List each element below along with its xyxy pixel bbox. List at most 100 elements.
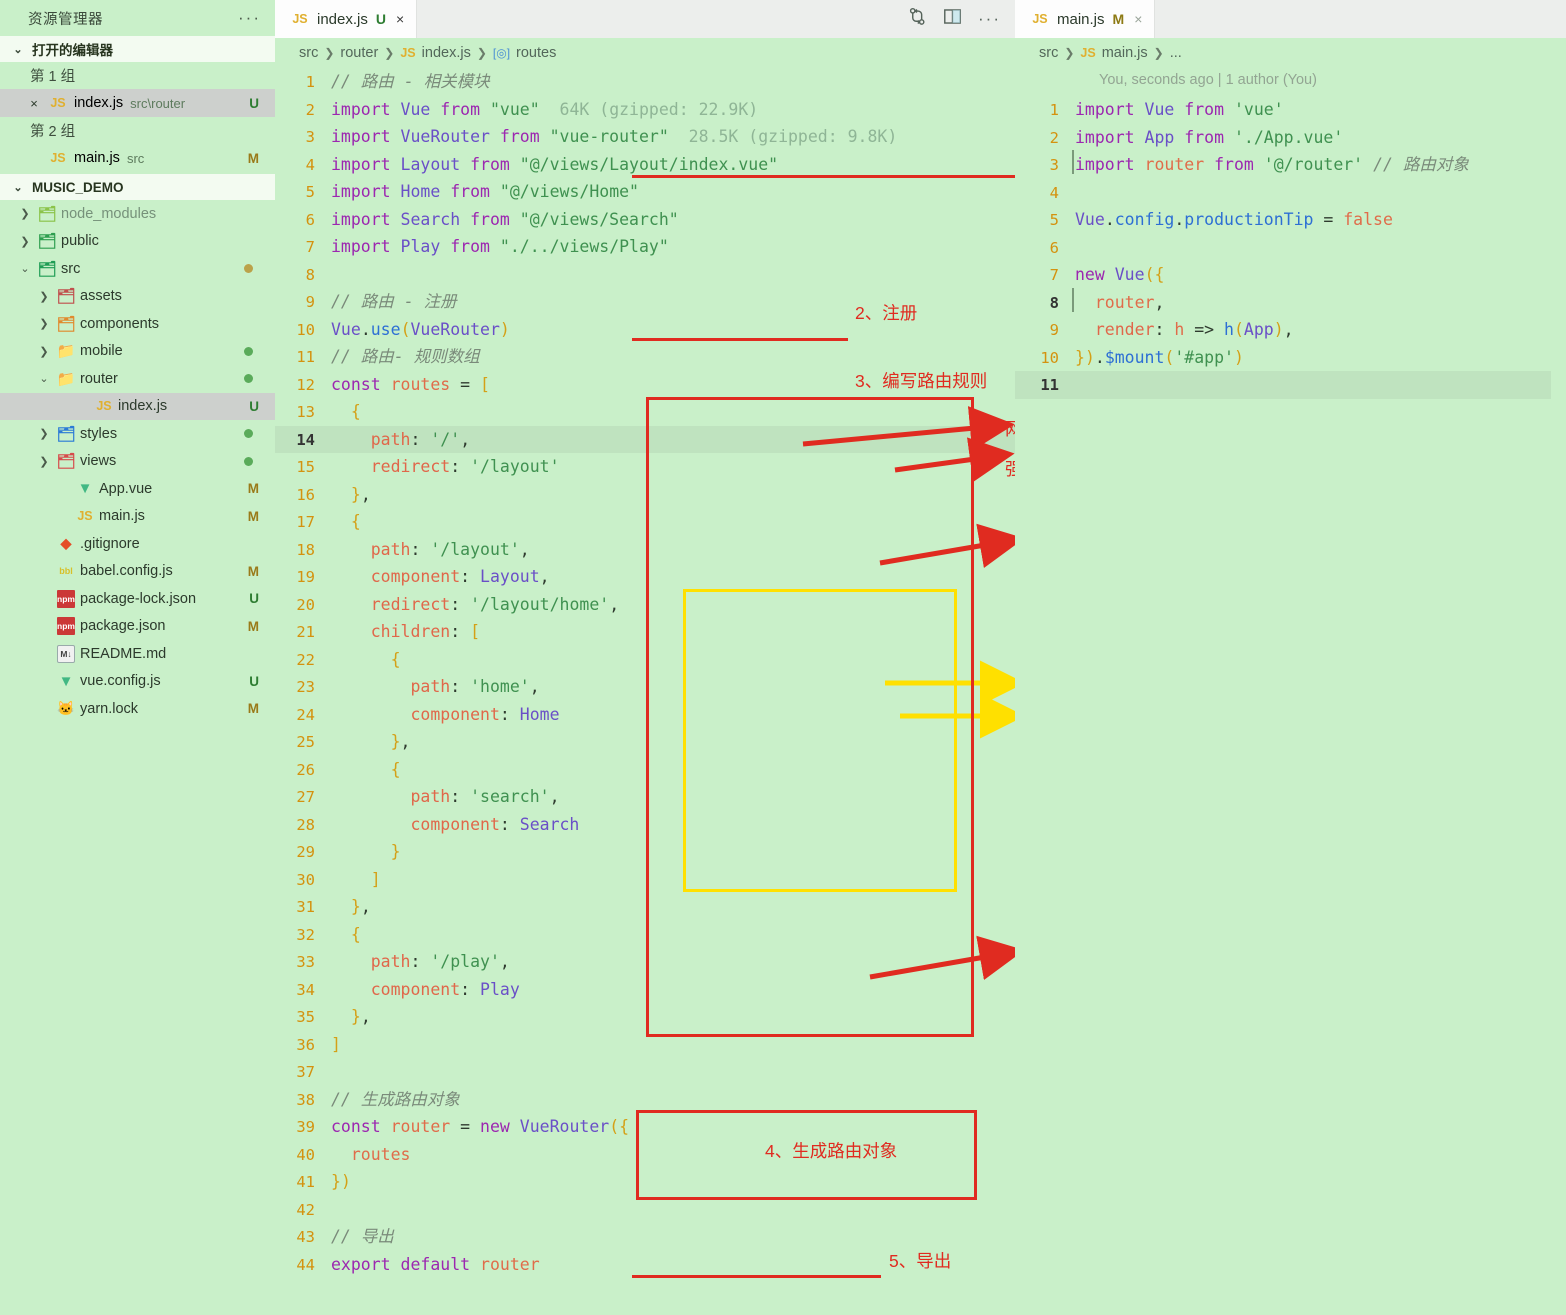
breadcrumb-item-src[interactable]: src (1039, 45, 1058, 61)
open-editor-item-main-js[interactable]: JS main.js src M (0, 144, 275, 172)
code-line[interactable]: 7 import Play from "./../views/Play" (275, 233, 1015, 261)
project-root-header[interactable]: ⌄ MUSIC_DEMO (0, 174, 275, 200)
line-number: 8 (1049, 293, 1059, 312)
tree-item-main-js[interactable]: JS main.js M (0, 503, 275, 531)
breadcrumb-item-router[interactable]: router (340, 45, 378, 61)
code-line[interactable]: 2 import Vue from "vue" 64K (gzipped: 22.… (275, 96, 1015, 124)
line-number: 24 (296, 705, 315, 724)
chevron-right-icon: ❯ (39, 318, 49, 331)
line-number: 4 (305, 155, 315, 174)
chevron-right-icon: ❯ (476, 46, 487, 60)
tab-main-js[interactable]: JS main.js M × (1015, 0, 1156, 38)
code-line[interactable]: 1 import Vue from 'vue' (1015, 96, 1551, 124)
tree-item-components[interactable]: ❯ 🗂 components (0, 310, 275, 338)
code-line[interactable]: 9 render: h => h(App), (1015, 316, 1551, 344)
close-icon[interactable]: × (26, 96, 42, 111)
folder-src-icon: 🗂 (37, 260, 57, 278)
line-number: 34 (296, 980, 315, 999)
chevron-right-icon: ❯ (20, 208, 30, 221)
code-line[interactable]: 8 (275, 261, 1015, 289)
status-badge: M (247, 563, 259, 579)
code-line[interactable]: 37 (275, 1058, 1015, 1086)
annotation-4: 4、生成路由对象 (765, 1141, 898, 1161)
code-line[interactable]: 6 import Search from "@/views/Search" (275, 206, 1015, 234)
code-line[interactable]: 10}).$mount('#app') (1015, 344, 1551, 372)
tree-item-babel-config-js[interactable]: bbl babel.config.js M (0, 558, 275, 586)
line-number: 44 (296, 1255, 315, 1274)
ellipsis-icon[interactable]: ··· (238, 9, 261, 26)
tree-item-vue-config-js[interactable]: ▼ vue.config.js U (0, 668, 275, 696)
breadcrumb-item-more[interactable]: ... (1170, 45, 1182, 61)
close-icon[interactable]: × (396, 11, 404, 27)
tree-item-src[interactable]: ⌄ 🗂 src (0, 255, 275, 283)
code-text: // 路由 - 相关模块 (331, 72, 490, 91)
tree-item-yarn-lock[interactable]: 🐱 yarn.lock M (0, 695, 275, 723)
code-text: // 路由- 规则数组 (331, 347, 480, 366)
code-text: import Search from "@/views/Search" (331, 209, 679, 229)
code-line[interactable]: 11 (1015, 371, 1551, 399)
tree-item-mobile[interactable]: ❯ 📁 mobile (0, 338, 275, 366)
breadcrumb-item-src[interactable]: src (299, 45, 318, 61)
breadcrumb-item-file[interactable]: main.js (1102, 45, 1148, 61)
tree-item-views[interactable]: ❯ 🗂 views (0, 448, 275, 476)
tree-item--gitignore[interactable]: ◆ .gitignore (0, 530, 275, 558)
code-line[interactable]: 6 (1015, 234, 1551, 262)
close-icon[interactable]: × (1134, 11, 1142, 27)
tree-item-package-lock-json[interactable]: npm package-lock.json U (0, 585, 275, 613)
code-editor-right[interactable]: 1 import Vue from 'vue' 2 import App from '… (1015, 96, 1551, 399)
open-editors-header[interactable]: ⌄ 打开的编辑器 (0, 36, 275, 62)
tree-item-index-js[interactable]: JS index.js U (0, 392, 275, 420)
tree-item-label: App.vue (99, 480, 153, 497)
tab-status-badge: M (1112, 11, 1125, 27)
underline-line10 (632, 338, 848, 341)
editor-group-label-1: 第 1 组 (30, 69, 76, 85)
tree-item-node-modules[interactable]: ❯ 🗂 node_modules (0, 200, 275, 228)
code-line[interactable]: 5 import Home from "@/views/Home" (275, 178, 1015, 206)
npm-icon: npm (57, 589, 75, 608)
open-editor-item-index-js[interactable]: × JS index.js src\router U (0, 89, 275, 117)
folder-views-icon: 🗂 (56, 453, 76, 471)
code-line[interactable]: 4 (1015, 179, 1551, 207)
line-number: 14 (296, 430, 315, 449)
breadcrumb-item-file[interactable]: index.js (422, 45, 471, 61)
tree-item-styles[interactable]: ❯ 🗂 styles (0, 420, 275, 448)
tree-item-label: node_modules (61, 205, 157, 222)
code-line[interactable]: 5 Vue.config.productionTip = false (1015, 206, 1551, 234)
tree-item-package-json[interactable]: npm package.json M (0, 613, 275, 641)
tree-item-assets[interactable]: ❯ 🗂 assets (0, 283, 275, 311)
code-line[interactable]: 11 // 路由- 规则数组 (275, 343, 1015, 371)
code-line[interactable]: 43 // 导出 (275, 1223, 1015, 1251)
tree-item-label: mobile (80, 343, 123, 360)
chevron-right-icon: ❯ (1153, 46, 1164, 60)
more-actions-icon[interactable]: ··· (978, 10, 1001, 27)
code-line[interactable]: 38 // 生成路由对象 (275, 1086, 1015, 1114)
code-line[interactable]: 3 import router from '@/router' // 路由对象 (1015, 151, 1551, 179)
breadcrumb-item-symbol[interactable]: routes (516, 45, 556, 61)
tree-item-router[interactable]: ⌄ 📁 router (0, 365, 275, 393)
tree-item-public[interactable]: ❯ 🗂 public (0, 228, 275, 256)
code-text: ] (370, 869, 381, 889)
code-line[interactable]: 7 new Vue({ (1015, 261, 1551, 289)
code-line[interactable]: 8 router, (1015, 289, 1551, 317)
tree-item-label: views (80, 453, 117, 470)
code-line[interactable]: 4 import Layout from "@/views/Layout/inde… (275, 151, 1015, 179)
code-line[interactable]: 1 // 路由 - 相关模块 (275, 68, 1015, 96)
tree-item-readme-md[interactable]: M↓ README.md (0, 640, 275, 668)
source-control-icon[interactable] (908, 7, 927, 31)
explorer-sidebar: 资源管理器 ··· ⌄ 打开的编辑器 第 1 组 × JS index.js s… (0, 0, 275, 1315)
folder-icon: 📁 (56, 343, 76, 361)
code-text: new Vue({ (1075, 265, 1165, 284)
code-line[interactable]: 3 import VueRouter from "vue-router" 28.5… (275, 123, 1015, 151)
tab-index-js[interactable]: JS index.js U × (275, 0, 418, 38)
code-text: // 导出 (331, 1227, 394, 1246)
tree-item-app-vue[interactable]: ▼ App.vue M (0, 475, 275, 503)
tree-item-label: package.json (80, 618, 166, 635)
code-text: render: h => h(App), (1094, 320, 1294, 339)
code-text: import router from '@/router' // 路由对象 (1075, 155, 1469, 174)
line-number: 2 (305, 100, 315, 119)
line-number: 18 (296, 540, 315, 559)
editor-area: JS index.js U × ··· src ❯ router ❯ JS in… (275, 0, 1566, 1315)
line-number: 8 (305, 265, 315, 284)
code-line[interactable]: 2 import App from './App.vue' (1015, 124, 1551, 152)
split-editor-icon[interactable] (943, 7, 962, 31)
